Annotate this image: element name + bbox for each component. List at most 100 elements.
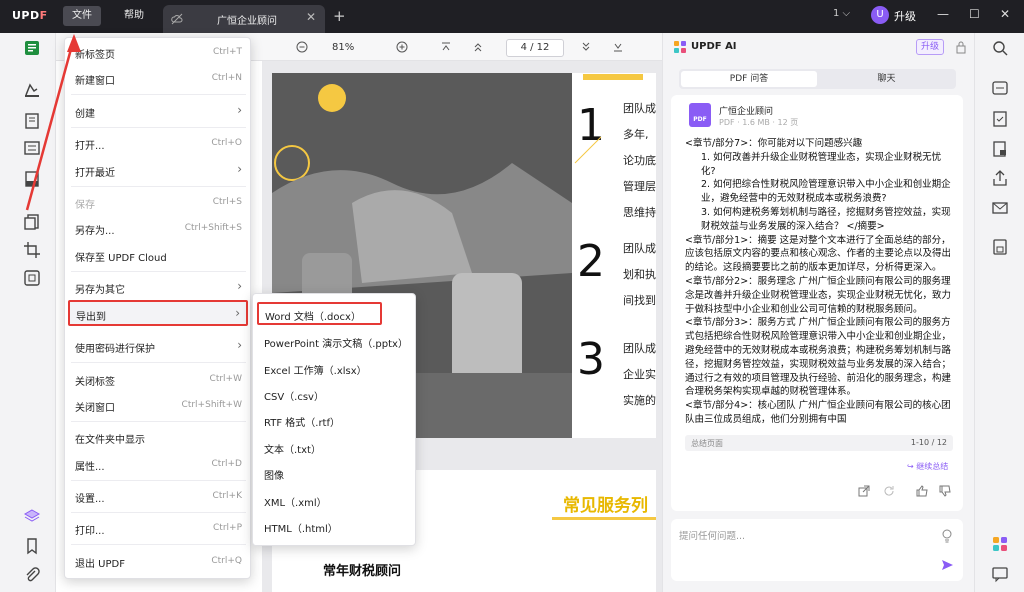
export-html[interactable]: HTML（.html） [253, 513, 417, 539]
zoom-out-icon[interactable] [296, 41, 308, 53]
lock-icon[interactable] [955, 40, 967, 54]
export-powerpoint[interactable]: PowerPoint 演示文稿（.pptx） [253, 328, 417, 354]
chevron-right-icon: › [237, 338, 242, 352]
menu-item-properties[interactable]: 属性... Ctrl+D [65, 452, 252, 478]
left-toolbar [0, 33, 56, 592]
diagonal-line [574, 136, 602, 164]
convert-icon[interactable] [991, 110, 1009, 128]
minimize-button[interactable]: — [937, 7, 949, 21]
last-page-icon[interactable] [613, 42, 623, 52]
search-icon[interactable] [991, 39, 1009, 57]
app-logo: UPDF [12, 9, 48, 22]
tab-title: 广恒企业顾问 [217, 16, 277, 27]
new-tab-button[interactable]: + [333, 7, 346, 25]
send-icon[interactable] [941, 559, 954, 571]
heading-underline [552, 517, 656, 520]
save-icon[interactable] [991, 238, 1009, 256]
yellow-bar [583, 74, 643, 80]
export-word[interactable]: Word 文档（.docx） [257, 302, 382, 325]
menu-item-open[interactable]: 打开... Ctrl+O [65, 131, 252, 157]
protect-icon[interactable] [991, 140, 1009, 158]
external-link-icon[interactable] [858, 485, 870, 497]
title-bar: UPDF 文件 帮助 广恒企业顾问 ✕ + 1 ⌵ U 升级 — ☐ ✕ [0, 0, 1024, 33]
lightbulb-icon[interactable] [941, 529, 953, 543]
upgrade-button[interactable]: U 升级 [871, 6, 921, 26]
refresh-icon[interactable] [883, 485, 895, 497]
next-page-icon[interactable] [581, 42, 591, 52]
comment-icon[interactable] [23, 81, 41, 99]
menu-item-new-window[interactable]: 新建窗口 Ctrl+N [65, 66, 252, 92]
chevron-right-icon: › [237, 162, 242, 176]
summary-label: 总结页面 [691, 439, 723, 448]
menu-file[interactable]: 文件 [63, 6, 101, 26]
avatar: U [871, 6, 889, 24]
menu-item-save-cloud[interactable]: 保存至 UPDF Cloud [65, 243, 252, 269]
menu-item-create[interactable]: 创建 › [65, 99, 252, 125]
menu-item-open-recent[interactable]: 打开最近 › [65, 158, 252, 184]
export-excel[interactable]: Excel 工作簿（.xlsx） [253, 355, 417, 381]
ai-answer: <章节/部分7>：你可能对以下问题感兴趣 1. 如何改善并升级企业财税管理业态，… [685, 138, 952, 425]
menu-item-save[interactable]: 保存 Ctrl+S [65, 190, 252, 216]
tab-chat[interactable]: 聊天 [819, 71, 954, 87]
chevron-right-icon: › [237, 103, 242, 117]
summary-footer: 总结页面 1-10 / 12 [685, 435, 953, 451]
updf-ai-icon[interactable] [991, 535, 1009, 553]
page-number-input[interactable]: 4 / 12 [506, 39, 564, 57]
thumbs-down-icon[interactable] [939, 485, 951, 497]
ask-input[interactable]: 提问任何问题... [671, 519, 963, 581]
layers-icon[interactable] [23, 507, 41, 525]
first-page-icon[interactable] [441, 42, 451, 52]
bookmark-icon[interactable] [23, 537, 41, 555]
chevron-right-icon: › [237, 279, 242, 293]
document-tab[interactable]: 广恒企业顾问 ✕ [163, 5, 325, 33]
export-submenu: Word 文档（.docx） PowerPoint 演示文稿（.pptx） Ex… [252, 293, 416, 546]
menu-item-save-as-other[interactable]: 另存为其它 › [65, 275, 252, 301]
mail-icon[interactable] [991, 199, 1009, 217]
form-icon[interactable] [23, 139, 41, 157]
edit-pdf-icon[interactable] [23, 112, 41, 130]
comment-list-icon[interactable] [991, 565, 1009, 583]
prev-page-icon[interactable] [473, 42, 483, 52]
file-menu: 新标签页 Ctrl+T 新建窗口 Ctrl+N 创建 › 打开... Ctrl+O 打开… [64, 37, 251, 579]
crop-icon[interactable] [23, 241, 41, 259]
menu-item-close-window[interactable]: 关闭窗口 Ctrl+Shift+W [65, 393, 252, 419]
menu-item-password-protect[interactable]: 使用密码进行保护 › [65, 334, 252, 360]
fill-sign-icon[interactable] [23, 170, 41, 188]
menu-item-save-as[interactable]: 另存为... Ctrl+Shift+S [65, 216, 252, 242]
maximize-button[interactable]: ☐ [969, 7, 980, 21]
ai-upgrade-button[interactable]: 升级 [916, 39, 944, 55]
share-icon[interactable] [991, 169, 1009, 187]
menu-item-export[interactable]: 导出到 › [68, 300, 248, 326]
export-image[interactable]: 图像 [253, 460, 417, 486]
zoom-in-icon[interactable] [396, 41, 408, 53]
close-window-button[interactable]: ✕ [1000, 7, 1010, 21]
menu-item-print[interactable]: 打印... Ctrl+P [65, 516, 252, 542]
close-tab-icon[interactable]: ✕ [306, 10, 316, 24]
menu-item-new-tab[interactable]: 新标签页 Ctrl+T [65, 40, 252, 66]
reader-icon[interactable] [23, 39, 41, 57]
export-txt[interactable]: 文本（.txt） [253, 434, 417, 460]
menu-item-quit[interactable]: 退出 UPDF Ctrl+Q [65, 549, 252, 575]
summary-range: 1-10 / 12 [910, 438, 947, 447]
tab-pdf-qa[interactable]: PDF 问答 [681, 71, 817, 87]
export-rtf[interactable]: RTF 格式（.rtf） [253, 407, 417, 433]
account-switcher[interactable]: 1 ⌵ [833, 8, 850, 19]
section-number-3: 3 [577, 334, 605, 385]
continue-summary-link[interactable]: ↪ 继续总结 [907, 461, 948, 472]
menu-item-settings[interactable]: 设置... Ctrl+K [65, 484, 252, 510]
menu-item-close-tab[interactable]: 关闭标签 Ctrl+W [65, 367, 252, 393]
menu-item-show-in-folder[interactable]: 在文件夹中显示 [65, 425, 252, 451]
organize-pages-icon[interactable] [23, 213, 41, 231]
ocr-icon[interactable] [23, 269, 41, 287]
thumbs-up-icon[interactable] [916, 485, 928, 497]
export-csv[interactable]: CSV（.csv） [253, 381, 417, 407]
export-xml[interactable]: XML（.xml） [253, 487, 417, 513]
upgrade-label: 升级 [894, 10, 916, 23]
zoom-level[interactable]: 81% [332, 42, 354, 53]
section-number-2: 2 [577, 236, 605, 287]
attachment-icon[interactable] [23, 566, 41, 584]
ocr-scan-icon[interactable] [991, 79, 1009, 97]
menu-help[interactable]: 帮助 [115, 6, 153, 26]
ai-panel-title: UPDF AI [691, 41, 737, 52]
paragraph-3: 团队成 企业实 实施的 [623, 342, 656, 407]
